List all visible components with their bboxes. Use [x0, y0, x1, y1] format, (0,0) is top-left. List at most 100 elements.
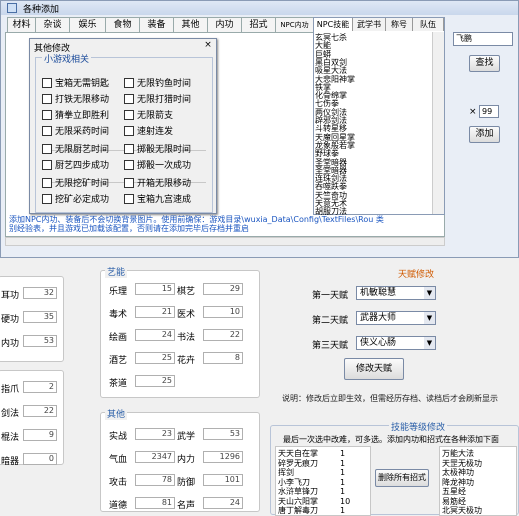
arts-value[interactable]: 10 — [203, 306, 243, 318]
stat-value[interactable]: 2 — [23, 381, 57, 393]
internal-skill-item[interactable]: 太极神功 — [442, 468, 474, 477]
skill-name[interactable]: 小李飞刀 — [278, 478, 310, 487]
checkbox-box[interactable] — [124, 177, 134, 188]
arts-value[interactable]: 24 — [135, 329, 175, 341]
option-checkbox[interactable]: 掷骰一次成功 — [124, 158, 191, 171]
option-checkbox[interactable]: 挖矿必定成功 — [42, 192, 109, 205]
chevron-down-icon[interactable]: ▼ — [424, 287, 435, 299]
quantity-input[interactable]: 99 — [479, 105, 499, 118]
tab-moves[interactable]: 招式 — [241, 17, 276, 33]
chevron-down-icon[interactable]: ▼ — [424, 337, 435, 349]
tab-npc-internal[interactable]: NPC内功 — [275, 17, 314, 33]
tab-npc-skills[interactable]: NPC技能 — [314, 18, 353, 31]
skill-name[interactable]: 挥剑 — [278, 468, 294, 477]
option-checkbox[interactable]: 宝箱无需钥匙 — [42, 76, 109, 89]
checkbox-box[interactable] — [124, 109, 134, 120]
stat-value[interactable]: 0 — [23, 453, 57, 465]
option-checkbox[interactable]: 猜拳立即胜利 — [42, 108, 109, 121]
skill-name[interactable]: 水浒草锋刀 — [278, 487, 318, 496]
option-checkbox[interactable]: 无限箭支 — [124, 108, 173, 121]
other-value[interactable]: 1296 — [203, 451, 243, 463]
tab-food[interactable]: 食物 — [105, 17, 140, 33]
search-input[interactable]: 飞鹏 — [453, 32, 513, 46]
tab-other[interactable]: 其他 — [173, 17, 208, 33]
other-value[interactable]: 2347 — [135, 451, 175, 463]
talent-select[interactable]: 机敏聪慧 ▼ — [356, 286, 436, 300]
internal-skill-item[interactable]: 天罡无极功 — [442, 459, 482, 468]
skill-listbox[interactable]: NPC技能 武学书 称号 队伍 玄冥七杀 大能 巨蟒 黑白双剑 吸星大法 大悲阳神掌 铁掌化… — [313, 17, 445, 216]
checkbox-box[interactable] — [42, 109, 52, 120]
checkbox-box[interactable] — [42, 77, 52, 88]
other-value[interactable]: 24 — [203, 497, 243, 509]
checkbox-box[interactable] — [42, 93, 52, 104]
skill-level[interactable]: 1 — [340, 487, 345, 496]
option-checkbox[interactable]: 掷骰无限时间 — [124, 142, 191, 155]
other-value[interactable]: 81 — [135, 497, 175, 509]
learned-skills-list[interactable]: 天天自在掌 1 碎罗无痕刀 1 挥剑 1 小李飞刀 1 水浒草锋刀 1 天山六阳掌 10 唐丁解毒刀 1 — [275, 446, 371, 516]
close-icon[interactable]: × — [203, 41, 213, 51]
checkbox-box[interactable] — [42, 125, 52, 136]
arts-value[interactable]: 29 — [203, 283, 243, 295]
option-checkbox[interactable]: 速射连发 — [124, 124, 173, 137]
chevron-down-icon[interactable]: ▼ — [424, 312, 435, 324]
stat-value[interactable]: 35 — [23, 311, 57, 323]
arts-value[interactable]: 21 — [135, 306, 175, 318]
checkbox-box[interactable] — [124, 125, 134, 136]
talent-select[interactable]: 侠义心肠 ▼ — [356, 336, 436, 350]
checkbox-box[interactable] — [124, 193, 134, 204]
skill-name[interactable]: 碎罗无痕刀 — [278, 459, 318, 468]
option-checkbox[interactable]: 无限钓鱼时间 — [124, 76, 191, 89]
internal-skill-item[interactable]: 易筋经 — [442, 497, 466, 506]
stat-value[interactable]: 22 — [23, 405, 57, 417]
checkbox-box[interactable] — [124, 93, 134, 104]
checkbox-box[interactable] — [42, 143, 52, 154]
skill-level[interactable]: 1 — [340, 506, 345, 515]
skill-level[interactable]: 1 — [340, 449, 345, 458]
option-checkbox[interactable]: 开箱无限移动 — [124, 176, 191, 189]
delete-all-moves-button[interactable]: 删除所有招式 — [375, 469, 429, 487]
arts-value[interactable]: 22 — [203, 329, 243, 341]
tab-misc[interactable]: 杂谈 — [35, 17, 70, 33]
tab-internal-skills[interactable]: 内功 — [207, 17, 242, 33]
internal-skills-list[interactable]: 万能大法 天罡无极功 太极神功 降龙神功 五星经 易筋经 北冥天极功 — [439, 446, 517, 516]
skill-level[interactable]: 1 — [340, 468, 345, 477]
tab-martial-books[interactable]: 武学书 — [353, 18, 386, 31]
skill-name[interactable]: 唐丁解毒刀 — [278, 506, 318, 515]
skill-name[interactable]: 天天自在掌 — [278, 449, 318, 458]
arts-value[interactable]: 8 — [203, 352, 243, 364]
tab-materials[interactable]: 材料 — [7, 17, 36, 33]
other-value[interactable]: 78 — [135, 474, 175, 486]
skill-level[interactable]: 1 — [340, 459, 345, 468]
checkbox-box[interactable] — [42, 193, 52, 204]
checkbox-box[interactable] — [124, 159, 134, 170]
other-value[interactable]: 23 — [135, 428, 175, 440]
tab-entertainment[interactable]: 娱乐 — [69, 17, 106, 33]
skill-level[interactable]: 1 — [340, 478, 345, 487]
tab-titles[interactable]: 称号 — [386, 18, 413, 31]
option-checkbox[interactable]: 打铁无限移动 — [42, 92, 109, 105]
modify-talent-button[interactable]: 修改天赋 — [344, 358, 404, 380]
option-checkbox[interactable]: 无限挖矿时间 — [42, 176, 109, 189]
tab-team[interactable]: 队伍 — [413, 18, 444, 31]
option-checkbox[interactable]: 无限采药时间 — [42, 124, 109, 137]
add-button[interactable]: 添加 — [469, 126, 500, 143]
search-button[interactable]: 查找 — [469, 55, 500, 72]
internal-skill-item[interactable]: 万能大法 — [442, 449, 474, 458]
option-checkbox[interactable]: 宝箱九宫速成 — [124, 192, 191, 205]
arts-value[interactable]: 25 — [135, 375, 175, 387]
stat-value[interactable]: 53 — [23, 335, 57, 347]
skill-level[interactable]: 10 — [340, 497, 350, 506]
option-checkbox[interactable]: 无限厨艺时间 — [42, 142, 109, 155]
checkbox-box[interactable] — [124, 143, 134, 154]
stat-value[interactable]: 32 — [23, 287, 57, 299]
checkbox-box[interactable] — [42, 177, 52, 188]
arts-value[interactable]: 15 — [135, 283, 175, 295]
option-checkbox[interactable]: 无限打猎时间 — [124, 92, 191, 105]
tab-equipment[interactable]: 装备 — [139, 17, 174, 33]
internal-skill-item[interactable]: 降龙神功 — [442, 478, 474, 487]
other-value[interactable]: 53 — [203, 428, 243, 440]
skill-name[interactable]: 天山六阳掌 — [278, 497, 318, 506]
horizontal-scrollbar[interactable] — [5, 237, 445, 246]
arts-value[interactable]: 25 — [135, 352, 175, 364]
option-checkbox[interactable]: 厨艺四步成功 — [42, 158, 109, 171]
